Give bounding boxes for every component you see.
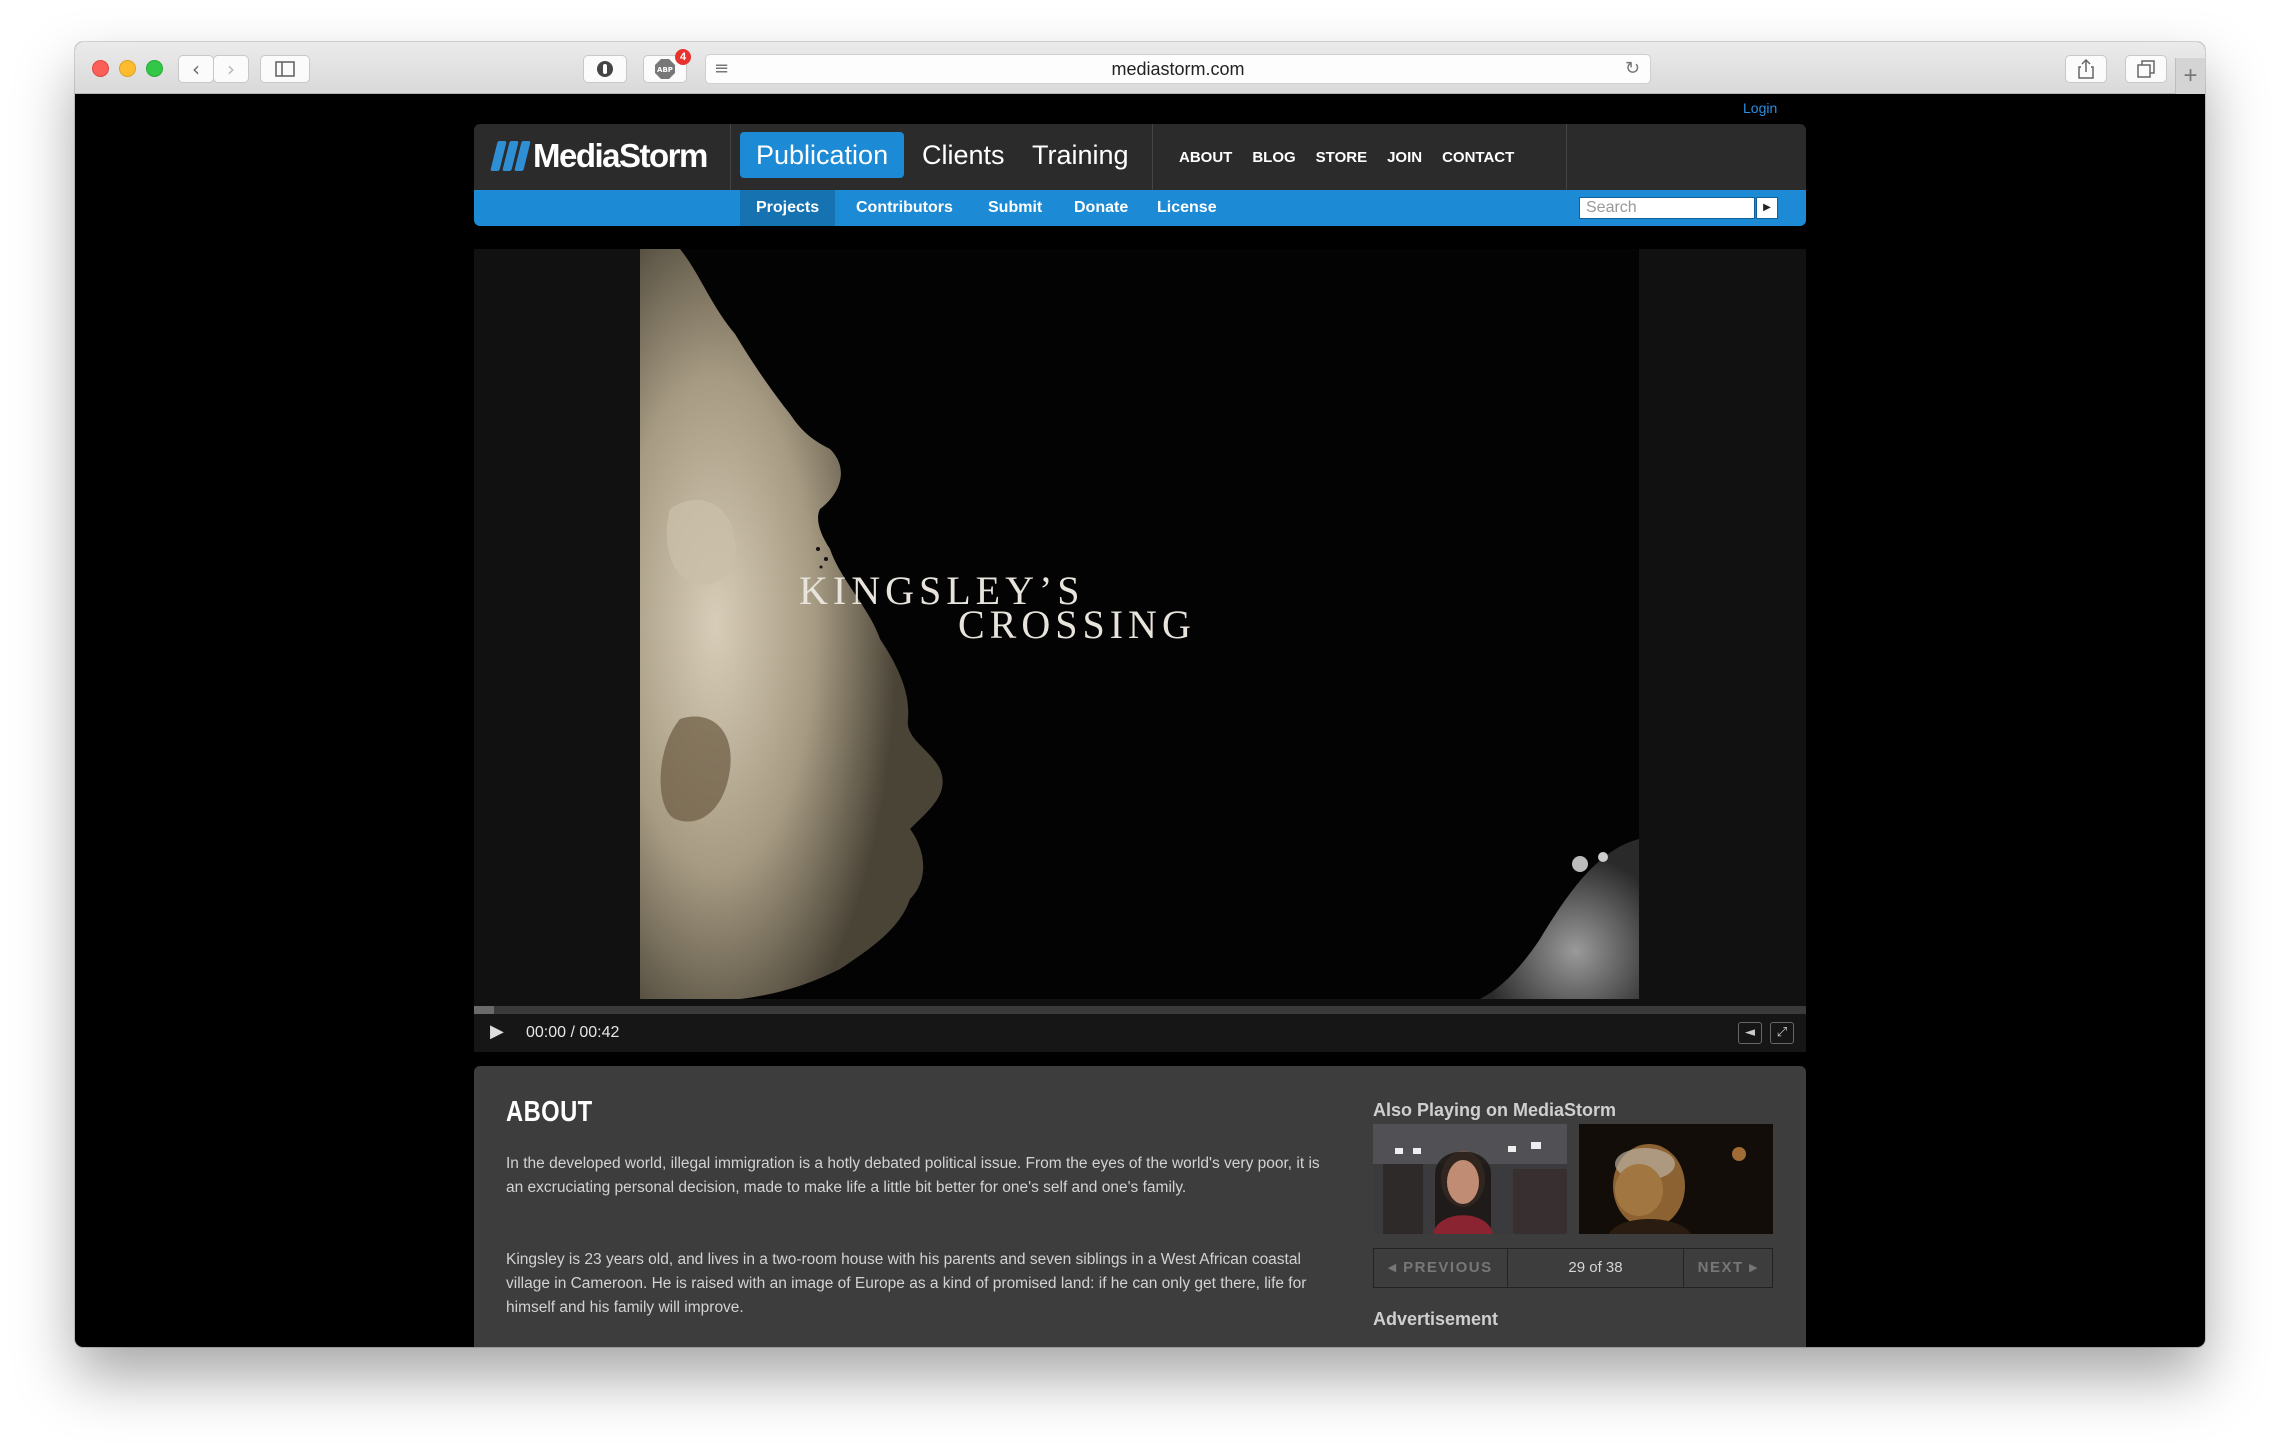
also-playing-pager: ◂ PREVIOUS 29 of 38 NEXT ▸	[1373, 1248, 1773, 1288]
login-link[interactable]: Login	[1743, 100, 1777, 116]
about-heading: ABOUT	[506, 1096, 593, 1128]
tabs-icon[interactable]	[2125, 55, 2167, 83]
new-tab-icon[interactable]: +	[2175, 58, 2205, 94]
nav-contact[interactable]: CONTACT	[1442, 149, 1514, 166]
site-header: MediaStorm Publication Clients Training …	[474, 124, 1806, 190]
video-player[interactable]: KINGSLEY’S CROSSING ▶ 00:00 / 00:42 ◄ ⤢	[474, 249, 1806, 1052]
subnav-license[interactable]: License	[1141, 190, 1233, 226]
nav-about[interactable]: ABOUT	[1179, 149, 1232, 166]
reader-icon[interactable]: ≡	[714, 55, 729, 83]
video-controls: ▶ 00:00 / 00:42 ◄ ⤢	[474, 1014, 1806, 1052]
tab-publication[interactable]: Publication	[740, 132, 905, 178]
also-playing-heading: Also Playing on MediaStorm	[1373, 1100, 1617, 1120]
subnav-projects[interactable]: Projects	[740, 190, 836, 226]
next-label: NEXT	[1697, 1259, 1744, 1276]
about-paragraph: In the developed world, illegal immigrat…	[506, 1155, 1320, 1196]
advertisement-heading: Advertisement	[1373, 1309, 1499, 1329]
also-playing-thumbnail[interactable]	[1373, 1124, 1567, 1234]
subnav-contributors[interactable]: Contributors	[840, 190, 969, 226]
header-divider	[1152, 124, 1153, 190]
video-time: 00:00 / 00:42	[526, 1024, 620, 1041]
sidebar-icon[interactable]	[260, 55, 310, 83]
fullscreen-icon[interactable]: ⤢	[1770, 1022, 1794, 1044]
share-icon[interactable]	[2065, 55, 2107, 83]
nav-blog[interactable]: BLOG	[1252, 149, 1295, 166]
close-window-button[interactable]	[92, 60, 109, 77]
play-icon[interactable]: ▶	[490, 1021, 504, 1042]
search-input[interactable]: Search	[1579, 197, 1755, 219]
svg-text:ABP: ABP	[657, 66, 673, 74]
privacy-extension-icon[interactable]	[583, 55, 627, 83]
url-text: mediastorm.com	[1111, 59, 1245, 79]
browser-window: ‹ › ABP 4 ≡ mediastorm.com ↻ + Login Med…	[75, 42, 2205, 1347]
video-frame[interactable]: KINGSLEY’S CROSSING	[640, 249, 1639, 999]
utility-nav: ABOUT BLOG STORE JOIN CONTACT	[1179, 124, 1514, 190]
about-paragraph: Kingsley is 23 years old, and lives in a…	[506, 1251, 1307, 1316]
search-submit-icon[interactable]: ▶	[1756, 197, 1778, 219]
subnav-donate[interactable]: Donate	[1058, 190, 1144, 226]
video-progress-bar[interactable]	[474, 1006, 1806, 1014]
back-icon[interactable]: ‹	[178, 55, 214, 83]
browser-toolbar: ‹ › ABP 4 ≡ mediastorm.com ↻ +	[75, 42, 2205, 94]
header-divider	[1566, 124, 1567, 190]
mediastorm-logo[interactable]: MediaStorm	[490, 136, 708, 176]
minimize-window-button[interactable]	[119, 60, 136, 77]
previous-label: PREVIOUS	[1403, 1259, 1493, 1276]
zoom-window-button[interactable]	[146, 60, 163, 77]
tab-clients[interactable]: Clients	[906, 132, 1021, 178]
next-button[interactable]: NEXT ▸	[1684, 1249, 1772, 1287]
nav-join[interactable]: JOIN	[1387, 149, 1422, 166]
logo-text: MediaStorm	[533, 137, 708, 174]
sub-navigation: Projects Contributors Submit Donate Lice…	[474, 190, 1806, 226]
logo-mark-icon	[490, 141, 531, 171]
header-divider	[730, 124, 731, 190]
pager-count: 29 of 38	[1508, 1249, 1684, 1287]
also-playing-thumbnail[interactable]	[1579, 1124, 1773, 1234]
subnav-submit[interactable]: Submit	[972, 190, 1058, 226]
video-title-line2: CROSSING	[958, 602, 1196, 647]
adblock-badge: 4	[675, 49, 691, 65]
address-bar[interactable]: ≡ mediastorm.com ↻	[705, 54, 1651, 84]
forward-icon[interactable]: ›	[213, 55, 249, 83]
about-panel: ABOUT In the developed world, illegal im…	[474, 1066, 1806, 1347]
previous-button[interactable]: ◂ PREVIOUS	[1374, 1249, 1508, 1287]
tab-training[interactable]: Training	[1016, 132, 1145, 178]
reload-icon[interactable]: ↻	[1625, 55, 1640, 83]
video-progress-fill	[474, 1006, 494, 1014]
nav-store[interactable]: STORE	[1316, 149, 1367, 166]
mute-icon[interactable]: ◄	[1738, 1022, 1762, 1044]
